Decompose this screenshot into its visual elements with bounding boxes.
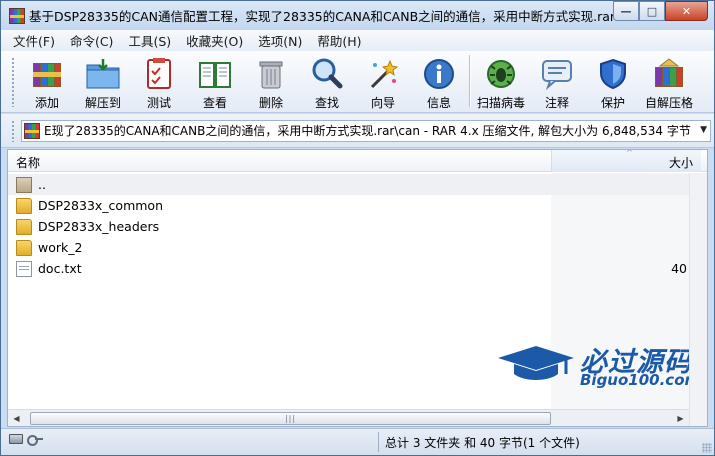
delete-button[interactable]: 删除	[245, 51, 297, 111]
scroll-left-icon[interactable]: ◀	[8, 410, 25, 426]
comment-icon	[539, 56, 575, 91]
item-name: ..	[38, 177, 46, 192]
status-summary: 总计 3 文件夹 和 40 字节(1 个文件)	[385, 436, 580, 450]
item-name: DSP2833x_headers	[38, 219, 160, 234]
column-size-header[interactable]: ^ 大小	[551, 150, 701, 172]
test-icon	[141, 56, 177, 91]
item-name: work_2	[38, 240, 83, 255]
test-button[interactable]: 测试	[133, 51, 185, 111]
virus-scan-label: 扫描病毒	[476, 96, 525, 110]
folder-icon	[16, 218, 32, 235]
item-name: doc.txt	[38, 261, 82, 276]
protect-label: 保护	[600, 96, 625, 110]
menu-favorites[interactable]: 收藏夹(O)	[180, 31, 249, 50]
column-name[interactable]: 名称	[16, 154, 40, 171]
info-icon	[421, 56, 457, 91]
window-title: 基于DSP28335的CAN通信配置工程，实现了28335的CANA和CANB之…	[29, 9, 614, 24]
delete-trash-icon	[253, 56, 289, 91]
find-button[interactable]: 查找	[301, 51, 353, 111]
sfx-icon	[651, 56, 687, 91]
sfx-button[interactable]: 自解压格	[643, 51, 695, 111]
address-path: E现了28335的CANA和CANB之间的通信，采用中断方式实现.rar\can…	[44, 124, 691, 138]
toolbar-separator	[469, 55, 471, 107]
folder-icon	[16, 239, 32, 256]
status-icons	[9, 434, 43, 446]
address-grip[interactable]	[11, 119, 15, 142]
protect-button[interactable]: 保护	[587, 51, 639, 111]
file-list: 名称 ^ 大小 .. DSP2833x_common DSP2833x_head…	[7, 149, 708, 427]
resize-grip[interactable]	[702, 443, 712, 453]
title-bar: 基于DSP28335的CAN通信配置工程，实现了28335的CANA和CANB之…	[1, 1, 714, 30]
text-file-icon	[16, 260, 32, 277]
protect-shield-icon	[595, 56, 631, 91]
delete-label: 删除	[258, 96, 283, 110]
list-item[interactable]: DSP2833x_common	[8, 195, 701, 216]
watermark: 必过源码 Biguo100.com	[496, 340, 706, 390]
comment-label: 注释	[544, 96, 569, 110]
list-item[interactable]: doc.txt 40	[8, 258, 701, 279]
archive-icon	[24, 122, 40, 139]
add-archive-icon	[29, 56, 65, 91]
folder-icon	[16, 197, 32, 214]
add-button[interactable]: 添加	[21, 51, 73, 111]
status-divider	[378, 432, 379, 452]
extract-to-icon	[85, 56, 121, 91]
extract-to-button[interactable]: 解压到	[77, 51, 129, 111]
find-label: 查找	[314, 96, 339, 110]
scroll-right-icon[interactable]: ▶	[672, 410, 689, 426]
address-field[interactable]: E现了28335的CANA和CANB之间的通信，采用中断方式实现.rar\can…	[21, 119, 711, 142]
parent-folder-icon	[16, 176, 32, 193]
info-label: 信息	[426, 96, 451, 110]
wizard-wand-icon	[365, 56, 401, 91]
wizard-label: 向导	[370, 96, 395, 110]
sfx-label: 自解压格	[644, 96, 693, 110]
toolbar-grip[interactable]	[11, 57, 15, 107]
menu-help[interactable]: 帮助(H)	[311, 31, 367, 50]
list-item-parent[interactable]: ..	[8, 174, 701, 195]
maximize-button[interactable]: □	[639, 1, 665, 21]
menu-bar: 文件(F) 命令(C) 工具(S) 收藏夹(O) 选项(N) 帮助(H)	[1, 30, 714, 51]
list-item[interactable]: work_2	[8, 237, 701, 258]
toolbar: 添加 解压到 测试 查看 删除 查找 向导 信息 扫描病毒 注释 保护 自解压格	[1, 51, 714, 113]
drive-icon[interactable]	[9, 434, 23, 444]
view-book-icon	[197, 56, 233, 91]
scroll-thumb[interactable]: |||	[30, 412, 551, 425]
find-magnifier-icon	[309, 56, 345, 91]
address-bar: E现了28335的CANA和CANB之间的通信，采用中断方式实现.rar\can…	[1, 114, 714, 148]
menu-file[interactable]: 文件(F)	[7, 31, 61, 50]
column-size: 大小	[668, 156, 693, 170]
vertical-scroll-area	[689, 173, 707, 426]
item-name: DSP2833x_common	[38, 198, 163, 213]
test-label: 测试	[146, 96, 171, 110]
window-controls: — □ ✕	[613, 1, 708, 21]
graduation-cap-icon	[498, 346, 574, 380]
virus-scan-button[interactable]: 扫描病毒	[475, 51, 527, 111]
extract-to-label: 解压到	[84, 96, 121, 110]
winrar-window: 基于DSP28335的CAN通信配置工程，实现了28335的CANA和CANB之…	[0, 0, 715, 456]
comment-button[interactable]: 注释	[531, 51, 583, 111]
wizard-button[interactable]: 向导	[357, 51, 409, 111]
add-label: 添加	[34, 96, 59, 110]
virus-scan-icon	[483, 56, 519, 91]
sort-arrow-icon: ^	[626, 149, 633, 157]
menu-options[interactable]: 选项(N)	[252, 31, 308, 50]
winrar-app-icon	[9, 7, 25, 24]
item-size: 40	[671, 261, 687, 276]
status-bar: 总计 3 文件夹 和 40 字节(1 个文件)	[1, 428, 714, 455]
horizontal-scrollbar[interactable]: ◀ ||| ▶	[8, 409, 689, 426]
info-button[interactable]: 信息	[413, 51, 465, 111]
view-label: 查看	[202, 96, 227, 110]
watermark-subtitle: Biguo100.com	[580, 371, 701, 389]
minimize-button[interactable]: —	[613, 1, 639, 21]
menu-tools[interactable]: 工具(S)	[122, 31, 177, 50]
key-icon[interactable]	[27, 434, 43, 446]
chevron-down-icon[interactable]: ▼	[700, 125, 707, 135]
view-button[interactable]: 查看	[189, 51, 241, 111]
list-item[interactable]: DSP2833x_headers	[8, 216, 701, 237]
close-button[interactable]: ✕	[665, 1, 708, 21]
column-header: 名称 ^ 大小	[8, 150, 707, 172]
menu-commands[interactable]: 命令(C)	[64, 31, 119, 50]
